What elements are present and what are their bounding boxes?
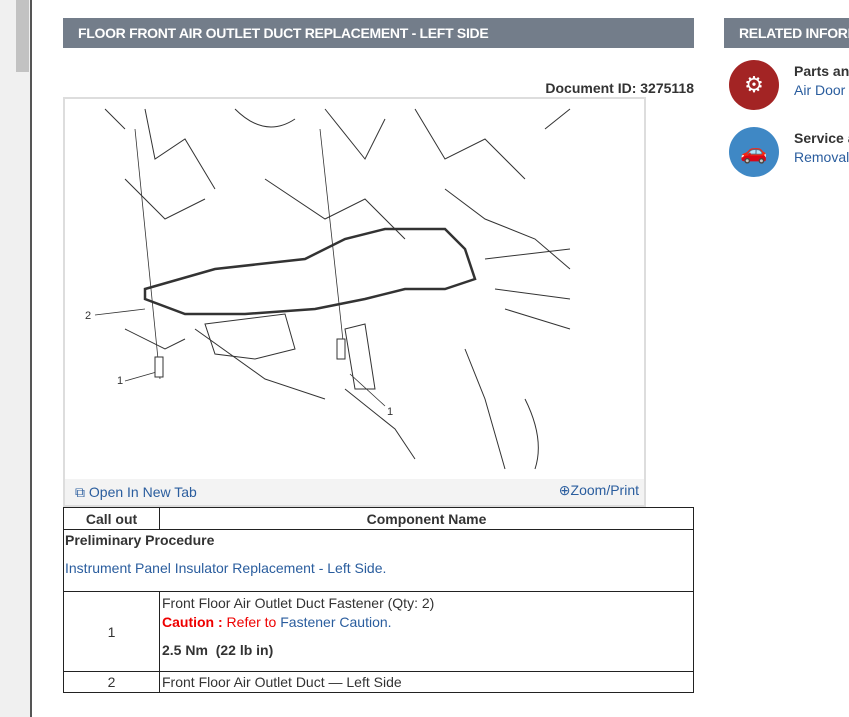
preliminary-title: Preliminary Procedure: [65, 532, 215, 548]
callout-cell: 2: [63, 671, 160, 693]
related-item-title: Parts and: [794, 63, 849, 79]
torque-spec: 2.5 Nm (22 lb in): [162, 642, 274, 658]
related-item-parts[interactable]: ⚙ Parts and Air Door ...: [729, 60, 849, 115]
left-panel: [0, 0, 32, 717]
related-info-title: RELATED INFORMATION: [724, 18, 849, 48]
component-name: Front Floor Air Outlet Duct Fastener (Qt…: [162, 595, 435, 611]
page-title: FLOOR FRONT AIR OUTLET DUCT REPLACEMENT …: [63, 18, 694, 48]
related-item-link[interactable]: Removal: [794, 149, 849, 165]
document-id: Document ID: 3275118: [545, 80, 694, 96]
duct-diagram[interactable]: 2 1 1: [65, 99, 644, 479]
preliminary-link[interactable]: Instrument Panel Insulator Replacement -…: [65, 560, 693, 576]
parts-icon: ⚙: [729, 60, 779, 110]
related-item-link[interactable]: Air Door ...: [794, 82, 849, 98]
vehicle-lift-icon: 🚗: [729, 127, 779, 177]
caution-label: Caution :: [162, 614, 223, 630]
header-component: Component Name: [159, 507, 694, 530]
related-item-service[interactable]: 🚗 Service and Removal: [729, 127, 849, 182]
component-name: Front Floor Air Outlet Duct — Left Side: [159, 671, 694, 693]
zoom-print-link[interactable]: ⊕Zoom/Print: [559, 482, 639, 499]
callout-cell: 1: [63, 591, 160, 672]
components-table: Call out Component Name Preliminary Proce…: [63, 507, 694, 693]
diagram-figure: 2 1 1 ⧉ Open In New Tab ⊕Zoom/Print: [63, 97, 646, 507]
fastener-caution-link[interactable]: Fastener Caution.: [280, 614, 391, 630]
open-tab-icon: ⧉: [75, 484, 89, 500]
scrollbar-thumb[interactable]: [16, 0, 29, 72]
zoom-icon: ⊕: [558, 482, 571, 498]
related-item-title: Service and: [794, 130, 849, 146]
open-new-tab-link[interactable]: ⧉ Open In New Tab: [75, 484, 197, 501]
figure-toolbar: ⧉ Open In New Tab ⊕Zoom/Print: [65, 479, 644, 505]
callout-2: 2: [85, 310, 91, 322]
callout-1b: 1: [387, 406, 393, 418]
header-callout: Call out: [63, 507, 160, 530]
callout-1: 1: [117, 375, 123, 387]
caution-text: Refer to: [226, 614, 277, 630]
